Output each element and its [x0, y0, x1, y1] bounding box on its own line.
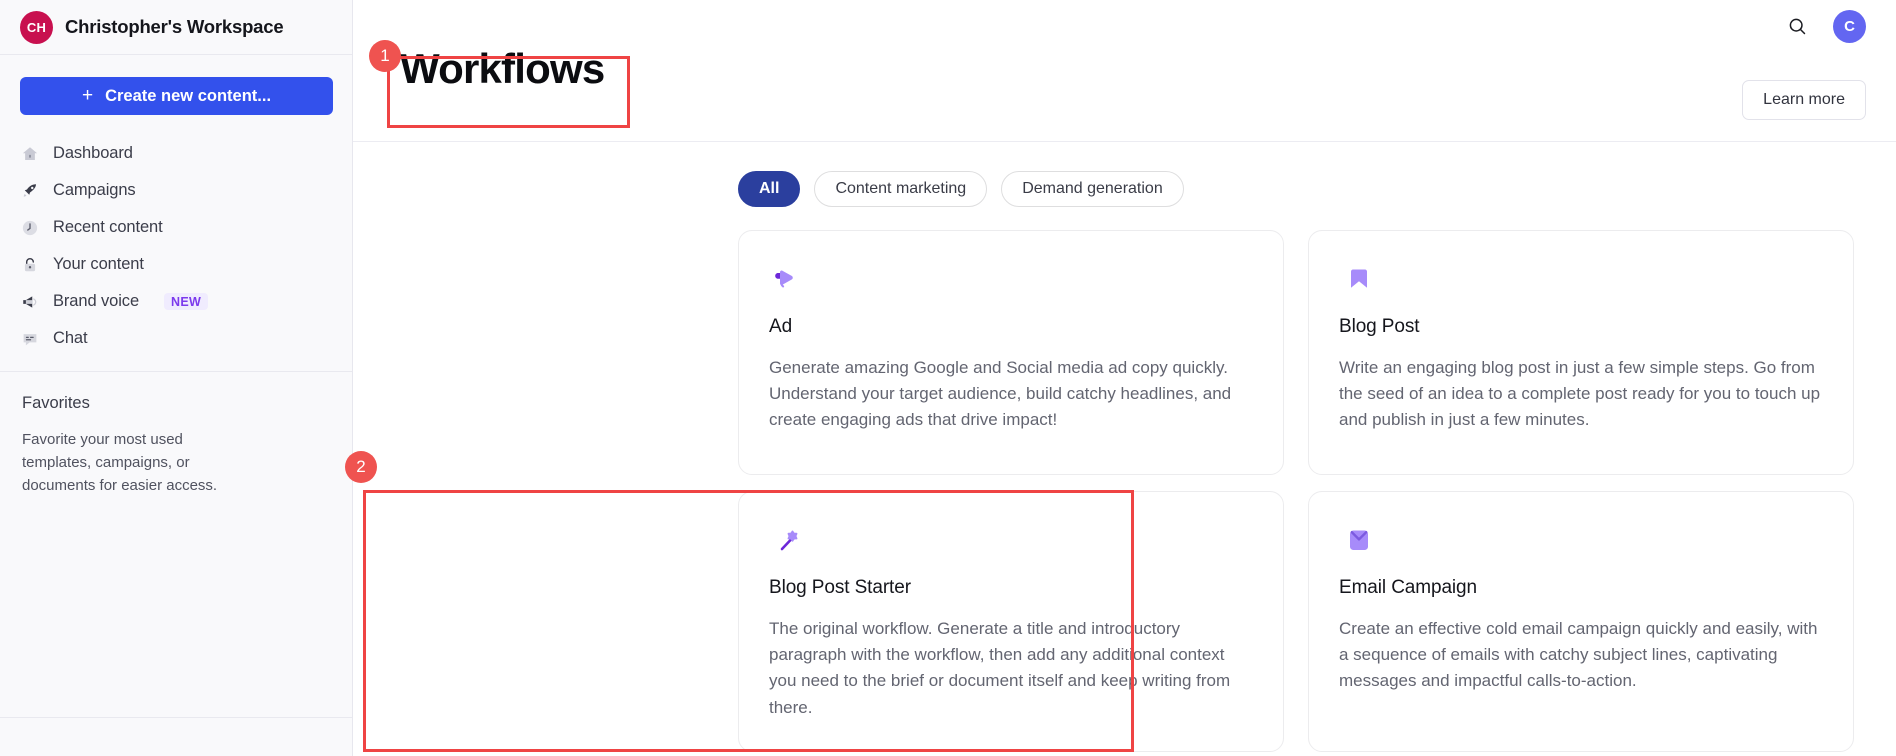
workflow-card-description: The original workflow. Generate a title … [769, 619, 1231, 717]
workspace-header[interactable]: CH Christopher's Workspace [0, 0, 352, 55]
sidebar-item-brand-voice[interactable]: Brand voice NEW [0, 283, 352, 320]
favorites-description: Favorite your most used templates, campa… [22, 431, 218, 494]
filter-chip-demand-generation[interactable]: Demand generation [1001, 171, 1184, 207]
workflow-card-description: Create an effective cold email campaign … [1339, 619, 1818, 691]
magic-wand-icon [769, 519, 811, 561]
workflow-card-blog-post-starter[interactable]: Blog Post Starter The original workflow.… [738, 491, 1284, 752]
avatar[interactable]: C [1833, 10, 1866, 43]
sidebar-bottom-divider [0, 717, 352, 718]
favorites-title: Favorites [22, 394, 90, 412]
filter-chip-group: All Content marketing Demand generation [353, 142, 1184, 207]
workflow-card-grid: Ad Generate amazing Google and Social me… [738, 230, 1854, 752]
clock-icon [20, 218, 40, 238]
bookmark-icon [1339, 258, 1381, 300]
sidebar-nav: Dashboard Campaigns Recent content Your … [0, 135, 352, 372]
filter-chip-all[interactable]: All [738, 171, 801, 207]
topbar: Workflows C Learn more [353, 0, 1896, 142]
sidebar-item-label: Brand voice [53, 292, 140, 310]
sidebar: CH Christopher's Workspace + Create new … [0, 0, 353, 756]
megaphone-icon [20, 292, 40, 312]
sidebar-item-your-content[interactable]: Your content [0, 246, 352, 283]
workflow-card-description: Generate amazing Google and Social media… [769, 358, 1232, 430]
home-icon [20, 144, 40, 164]
sidebar-item-chat[interactable]: Chat [0, 320, 352, 357]
page-title: Workflows [400, 45, 605, 92]
create-new-content-label: Create new content... [105, 86, 272, 105]
filter-chip-content-marketing[interactable]: Content marketing [814, 171, 988, 207]
search-icon[interactable] [1785, 15, 1809, 39]
topbar-actions: C [1785, 10, 1866, 43]
workspace-name: Christopher's Workspace [65, 16, 284, 37]
create-new-content-button[interactable]: + Create new content... [20, 77, 333, 115]
workflow-card-title: Blog Post [1339, 316, 1420, 337]
sidebar-item-label: Recent content [53, 218, 163, 236]
workflow-card-title: Blog Post Starter [769, 577, 911, 598]
workflow-card-blog-post[interactable]: Blog Post Write an engaging blog post in… [1308, 230, 1854, 475]
sidebar-item-campaigns[interactable]: Campaigns [0, 172, 352, 209]
app-root: CH Christopher's Workspace + Create new … [0, 0, 1896, 756]
rocket-icon [20, 181, 40, 201]
workflow-card-title: Email Campaign [1339, 577, 1477, 598]
learn-more-button[interactable]: Learn more [1742, 80, 1866, 120]
favorites-section: Favorites Favorite your most used templa… [0, 372, 352, 498]
lock-icon [20, 255, 40, 275]
megaphone-icon [769, 258, 811, 300]
sidebar-item-label: Campaigns [53, 181, 136, 199]
sidebar-item-label: Your content [53, 255, 144, 273]
envelope-icon [1339, 519, 1381, 561]
status-badge-new: NEW [164, 292, 209, 311]
chat-bubble-icon [20, 329, 40, 349]
workspace-logo: CH [20, 10, 53, 44]
sidebar-item-recent-content[interactable]: Recent content [0, 209, 352, 246]
workflow-card-ad[interactable]: Ad Generate amazing Google and Social me… [738, 230, 1284, 475]
workflow-card-description: Write an engaging blog post in just a fe… [1339, 358, 1821, 430]
workflow-card-title: Ad [769, 316, 793, 337]
sidebar-item-dashboard[interactable]: Dashboard [0, 135, 352, 172]
main-content: Workflows C Learn more All Content marke… [353, 0, 1896, 756]
sidebar-item-label: Chat [53, 329, 88, 347]
plus-icon: + [81, 84, 94, 106]
workflow-card-email-campaign[interactable]: Email Campaign Create an effective cold … [1308, 491, 1854, 752]
sidebar-item-label: Dashboard [53, 144, 133, 162]
